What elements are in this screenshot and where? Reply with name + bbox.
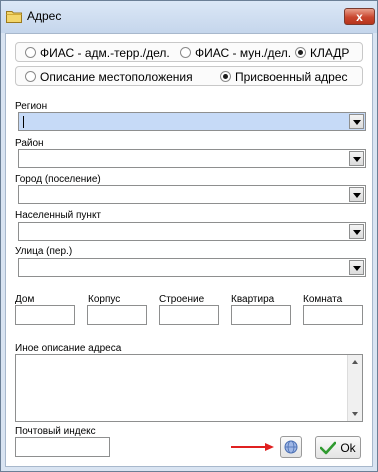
street-combobox[interactable] xyxy=(18,258,366,277)
city-label: Город (поселение) xyxy=(15,174,101,185)
radio-label: КЛАДР xyxy=(310,45,350,60)
street-label: Улица (пер.) xyxy=(15,246,73,257)
building-label: Корпус xyxy=(88,294,121,305)
vertical-scrollbar[interactable] xyxy=(347,355,362,421)
building-field[interactable] xyxy=(87,305,147,325)
chevron-down-icon[interactable] xyxy=(349,151,364,166)
radio-indicator-selected xyxy=(220,71,231,82)
region-label: Регион xyxy=(15,101,48,112)
room-label: Комната xyxy=(303,294,343,305)
radio-indicator xyxy=(180,47,191,58)
radio-kladr[interactable]: КЛАДР xyxy=(295,45,350,60)
radio-location-description[interactable]: Описание местоположения xyxy=(25,69,193,84)
structure-label: Строение xyxy=(159,294,205,305)
chevron-down-icon[interactable] xyxy=(349,114,364,129)
radio-fias-adm[interactable]: ФИАС - адм.-терр./дел. xyxy=(25,45,170,60)
radio-fias-mun[interactable]: ФИАС - мун./дел. xyxy=(180,45,292,60)
city-combobox[interactable] xyxy=(18,185,366,204)
title-bar: Адрес x xyxy=(1,1,377,33)
checkmark-icon xyxy=(320,441,337,454)
scroll-down-icon[interactable] xyxy=(352,412,358,416)
settlement-label: Населенный пункт xyxy=(15,210,102,221)
radio-label: ФИАС - мун./дел. xyxy=(195,45,292,60)
chevron-down-icon[interactable] xyxy=(349,260,364,275)
radio-label: Присвоенный адрес xyxy=(235,69,348,84)
house-label: Дом xyxy=(15,294,35,305)
radio-indicator xyxy=(25,71,36,82)
other-description-textarea[interactable] xyxy=(15,354,363,422)
address-dialog: Адрес x ФИАС - адм.-терр./дел. ФИАС - му… xyxy=(0,0,378,472)
other-description-label: Иное описание адреса xyxy=(15,343,122,354)
source-radio-group: ФИАС - адм.-терр./дел. ФИАС - мун./дел. … xyxy=(15,42,363,62)
chevron-down-icon[interactable] xyxy=(349,187,364,202)
globe-icon xyxy=(284,440,298,454)
window-title: Адрес xyxy=(27,9,62,23)
ok-button-label: Ok xyxy=(340,440,356,455)
radio-label: Описание местоположения xyxy=(40,69,193,84)
dialog-body: ФИАС - адм.-терр./дел. ФИАС - мун./дел. … xyxy=(5,33,373,467)
ok-button[interactable]: Ok xyxy=(315,436,361,459)
radio-assigned-address[interactable]: Присвоенный адрес xyxy=(220,69,348,84)
radio-indicator-selected xyxy=(295,47,306,58)
chevron-down-icon[interactable] xyxy=(349,224,364,239)
scroll-up-icon[interactable] xyxy=(352,360,358,364)
address-lookup-button[interactable] xyxy=(280,436,302,458)
address-mode-radio-group: Описание местоположения Присвоенный адре… xyxy=(15,66,363,86)
folder-icon xyxy=(6,11,22,23)
district-label: Район xyxy=(15,138,44,149)
radio-indicator xyxy=(25,47,36,58)
radio-label: ФИАС - адм.-терр./дел. xyxy=(40,45,170,60)
region-combobox[interactable] xyxy=(18,112,366,131)
close-button[interactable]: x xyxy=(344,8,375,25)
district-combobox[interactable] xyxy=(18,149,366,168)
red-arrow-icon xyxy=(231,443,274,451)
postal-code-label: Почтовый индекс xyxy=(15,426,96,437)
room-field[interactable] xyxy=(303,305,363,325)
house-field[interactable] xyxy=(15,305,75,325)
apartment-field[interactable] xyxy=(231,305,291,325)
postal-code-field[interactable] xyxy=(15,437,110,457)
settlement-combobox[interactable] xyxy=(18,222,366,241)
text-caret xyxy=(23,116,24,128)
apartment-label: Квартира xyxy=(231,294,275,305)
structure-field[interactable] xyxy=(159,305,219,325)
